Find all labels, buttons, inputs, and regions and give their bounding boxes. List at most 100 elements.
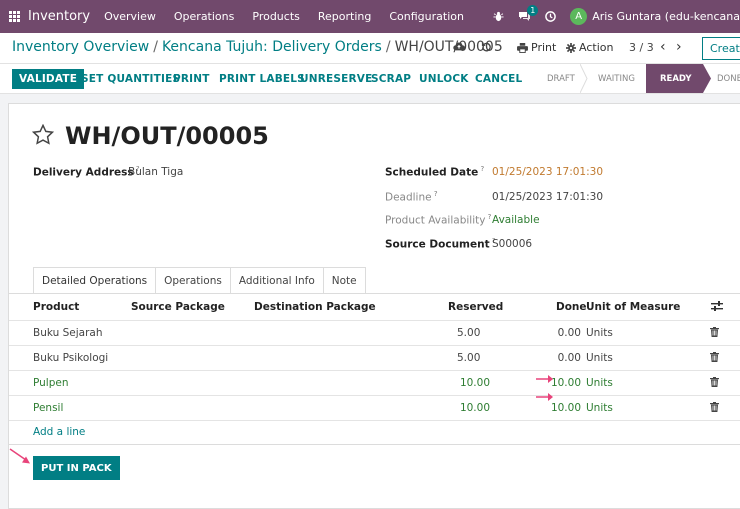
header-done[interactable]: Done (556, 301, 587, 313)
source-document-label: Source Document ? (385, 237, 496, 251)
discard-undo-icon[interactable] (481, 41, 492, 55)
header-product[interactable]: Product (33, 301, 79, 313)
app-name[interactable]: Inventory (28, 9, 90, 24)
cell-done: 0.00 (557, 327, 581, 339)
row-divider (9, 420, 740, 421)
annotation-arrow-icon (536, 393, 553, 401)
scheduled-date-value[interactable]: 01/25/2023 17:01:30 (492, 166, 603, 178)
stage-ready-arrow-icon (703, 64, 711, 93)
trash-icon[interactable] (710, 352, 719, 365)
pager-next-icon[interactable]: › (676, 39, 682, 55)
nav-reporting[interactable]: Reporting (318, 10, 371, 23)
deadline-value: 01/25/2023 17:01:30 (492, 191, 604, 203)
chat-icon[interactable]: 1 (518, 5, 539, 22)
cell-done: 10.00 (550, 402, 581, 414)
tab-divider (9, 293, 740, 294)
star-icon[interactable] (31, 123, 55, 148)
control-panel: Inventory Overview / Kencana Tujuh: Delive… (0, 33, 740, 64)
notebook-tabs: Detailed Operations Operations Additiona… (33, 267, 366, 294)
annotation-arrow-icon (536, 375, 553, 383)
tab-operations[interactable]: Operations (155, 267, 231, 294)
stage-done: DONE (717, 73, 740, 84)
chat-badge: 1 (527, 5, 539, 16)
action-bar: VALIDATE SET QUANTITIES PRINT PRINT LABE… (0, 64, 740, 94)
print-labels-button[interactable]: PRINT LABELS (219, 69, 305, 89)
table-row[interactable]: Buku Sejarah 5.00 0.00 Units (9, 320, 740, 345)
pager-previous-icon[interactable]: ‹ (660, 39, 666, 55)
cell-product: Buku Sejarah (33, 327, 103, 339)
cell-reserved: 5.00 (457, 352, 481, 364)
table-row[interactable]: Pensil 10.00 10.00 Units (9, 395, 740, 420)
save-cloud-icon[interactable] (453, 41, 465, 55)
cell-product: Pensil (33, 402, 64, 414)
user-name[interactable]: Aris Guntara (edu-kencana (592, 10, 740, 23)
create-button[interactable]: Create (702, 37, 740, 60)
print-action-button[interactable]: PRINT (173, 69, 210, 89)
table-row[interactable]: Pulpen 10.00 10.00 Units (9, 370, 740, 395)
breadcrumb: Inventory Overview / Kencana Tujuh: Delive… (12, 39, 503, 55)
nav-configuration[interactable]: Configuration (389, 10, 464, 23)
tab-additional-info[interactable]: Additional Info (229, 267, 324, 294)
debug-bug-icon[interactable] (493, 11, 504, 22)
cell-product: Pulpen (33, 377, 69, 389)
header-reserved[interactable]: Reserved (448, 301, 503, 313)
cell-reserved: 10.00 (459, 402, 490, 414)
print-button[interactable]: Print (517, 41, 556, 54)
stage-ready: READY (646, 64, 703, 93)
avatar[interactable]: A (570, 8, 588, 25)
tab-note[interactable]: Note (322, 267, 366, 294)
stage-waiting: WAITING (598, 73, 635, 84)
stage-draft: DRAFT (547, 73, 575, 84)
apps-menu-icon[interactable] (0, 0, 28, 33)
set-quantities-button[interactable]: SET QUANTITIES (81, 69, 180, 89)
trash-icon[interactable] (710, 402, 719, 415)
action-button[interactable]: Action (566, 41, 613, 54)
activity-clock-icon[interactable] (545, 11, 557, 22)
trash-icon[interactable] (710, 377, 719, 390)
unlock-button[interactable]: UNLOCK (419, 69, 469, 89)
header-source-package[interactable]: Source Package (131, 301, 225, 313)
scheduled-date-label: Scheduled Date ? (385, 165, 485, 179)
cell-reserved: 10.00 (459, 377, 490, 389)
cell-uom: Units (586, 402, 613, 414)
nav-products[interactable]: Products (252, 10, 300, 23)
gear-icon (566, 42, 576, 53)
delivery-address-value[interactable]: Bulan Tiga (128, 166, 183, 178)
validate-button[interactable]: VALIDATE (12, 69, 85, 89)
source-document-value[interactable]: S00006 (492, 238, 532, 250)
cell-uom: Units (586, 377, 613, 389)
availability-value: Available (492, 214, 540, 226)
scrap-button[interactable]: SCRAP (371, 69, 411, 89)
deadline-label: Deadline ? (385, 190, 438, 204)
trash-icon[interactable] (710, 327, 719, 340)
form-sheet: WH/OUT/00005 Delivery Address ? Bulan Ti… (8, 103, 740, 509)
breadcrumb-separator: / (153, 39, 158, 55)
column-settings-icon[interactable] (711, 301, 723, 315)
table-row[interactable]: Buku Psikologi 5.00 0.00 Units (9, 345, 740, 370)
breadcrumb-delivery-orders[interactable]: Kencana Tujuh: Delivery Orders (162, 39, 382, 55)
delivery-address-label: Delivery Address ? (33, 165, 140, 179)
record-title: WH/OUT/00005 (65, 122, 269, 150)
availability-label: Product Availability ? (385, 213, 492, 227)
print-label: Print (531, 41, 557, 54)
unreserve-button[interactable]: UNRESERVE (300, 69, 373, 89)
printer-icon (517, 42, 528, 53)
put-in-pack-button[interactable]: PUT IN PACK (33, 456, 120, 480)
breadcrumb-inventory-overview[interactable]: Inventory Overview (12, 39, 149, 55)
status-bar: DRAFT WAITING READY DONE (537, 64, 740, 93)
breadcrumb-separator: / (385, 39, 391, 55)
header-unit-of-measure[interactable]: Unit of Measure (586, 301, 680, 313)
pager-value[interactable]: 3 / 3 (629, 41, 654, 54)
cell-reserved: 5.00 (457, 327, 481, 339)
cancel-button[interactable]: CANCEL (475, 69, 522, 89)
add-line-link[interactable]: Add a line (33, 426, 85, 438)
nav-operations[interactable]: Operations (174, 10, 234, 23)
action-label: Action (579, 41, 614, 54)
header-destination-package[interactable]: Destination Package (254, 301, 376, 313)
cell-done: 0.00 (557, 352, 581, 364)
cell-product: Buku Psikologi (33, 352, 109, 364)
nav-overview[interactable]: Overview (104, 10, 156, 23)
tab-detailed-operations[interactable]: Detailed Operations (33, 267, 157, 294)
cell-uom: Units (586, 327, 613, 339)
top-navbar: Inventory Overview Operations Products R… (0, 0, 740, 33)
